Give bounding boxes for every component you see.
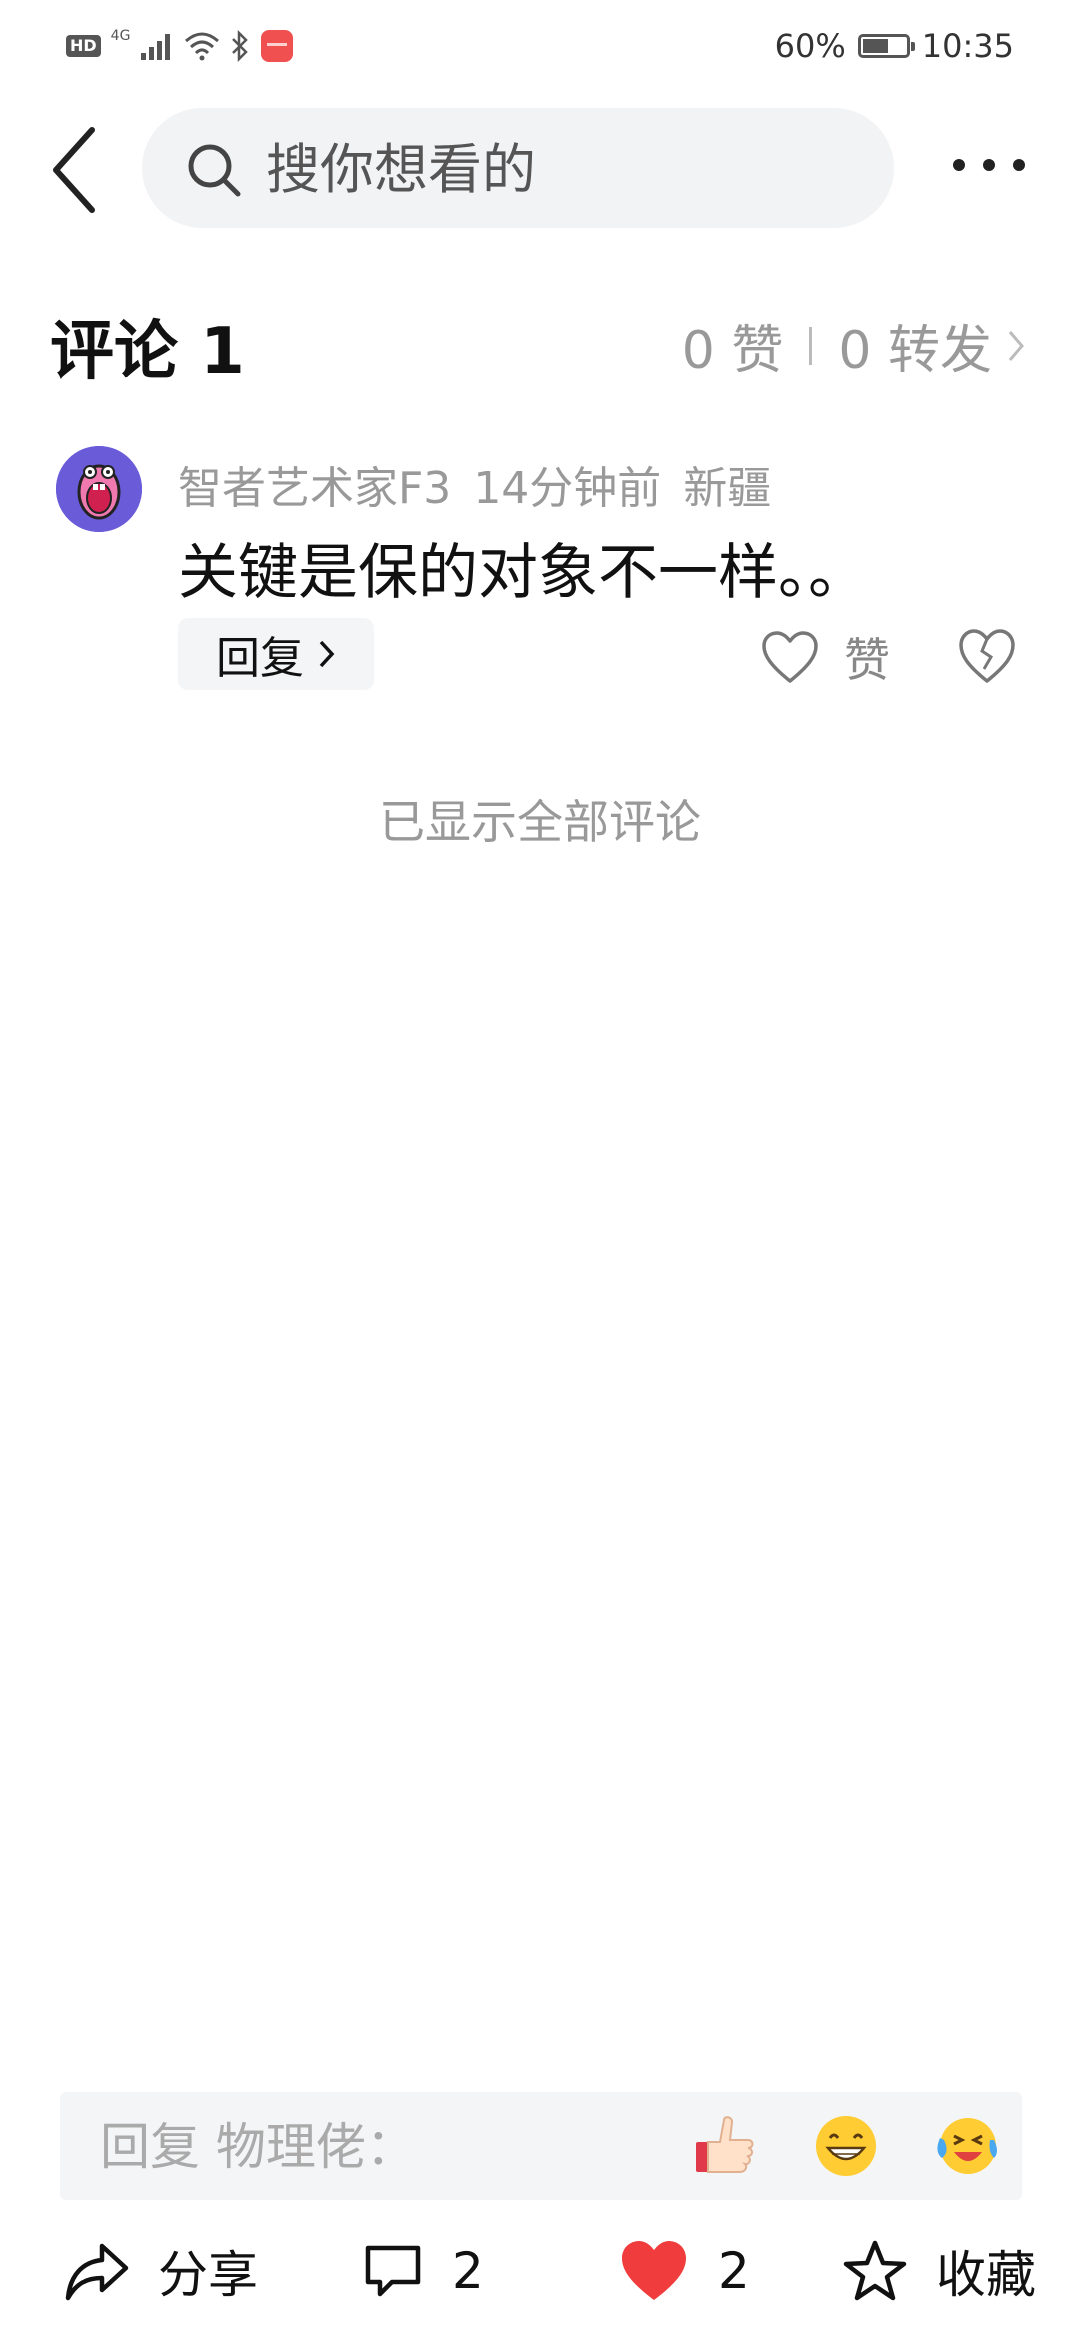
comment-count: 2: [452, 2242, 484, 2300]
chevron-right-icon: [1008, 330, 1024, 361]
status-right: 60% 10:35: [775, 26, 1014, 66]
avatar[interactable]: [56, 446, 142, 532]
likes-count[interactable]: 0 赞: [682, 308, 784, 383]
app-notification-icon: [261, 30, 294, 62]
all-comments-shown-label: 已显示全部评论: [379, 795, 701, 849]
chevron-right-icon: [319, 640, 335, 668]
emoji-grin-button[interactable]: [812, 2112, 880, 2180]
comment-author[interactable]: 智者艺术家F3: [178, 463, 451, 514]
comments-title: 评论 1: [50, 315, 245, 389]
comment-like-button[interactable]: 赞: [760, 622, 890, 692]
share-label: 分享: [158, 2246, 258, 2304]
comment-location: 新疆: [683, 463, 772, 514]
status-left: HD 4G: [66, 26, 294, 66]
emoji-thumbs-up-button[interactable]: [690, 2112, 758, 2180]
clock: 10:35: [921, 27, 1014, 65]
share-button[interactable]: 分享: [64, 2236, 258, 2306]
back-arrow-icon: [53, 127, 95, 213]
search-bar[interactable]: [142, 108, 894, 228]
thumbs-up-emoji-icon: [696, 2116, 754, 2173]
more-dots-icon: [953, 159, 1025, 171]
comment-dislike-button[interactable]: [955, 625, 1019, 687]
back-button[interactable]: [44, 120, 114, 220]
emoji-laugh-cry-button[interactable]: [932, 2112, 1000, 2180]
share-icon: [65, 2243, 129, 2301]
network-type: 4G: [110, 28, 131, 44]
comment-text: 关键是保的对象不一样。。: [178, 538, 868, 608]
comment-like-label: 赞: [844, 633, 890, 687]
like-count: 2: [718, 2242, 750, 2300]
battery-level: [862, 39, 888, 53]
laughing-tears-emoji-icon: [937, 2118, 997, 2174]
wifi-icon: [185, 32, 220, 61]
search-icon: [188, 144, 241, 197]
avatar-face-icon: [56, 446, 142, 532]
battery-percent: 60%: [774, 27, 846, 65]
reply-label: 回复: [216, 633, 304, 684]
heart-filled-icon: [622, 2241, 686, 2300]
status-bar: HD 4G 60% 10:35: [0, 0, 1080, 90]
signal-icon: [141, 34, 171, 60]
post-stats[interactable]: 0 赞 0 转发: [682, 308, 1026, 383]
favorite-button[interactable]: 收藏: [842, 2236, 1036, 2306]
comment-time: 14分钟前: [473, 463, 662, 514]
comment-button[interactable]: 2: [362, 2236, 484, 2306]
like-button[interactable]: 2: [618, 2236, 750, 2306]
more-options-button[interactable]: [944, 140, 1034, 190]
hd-badge: HD: [66, 35, 101, 57]
comment-bubble-icon: [365, 2245, 421, 2297]
reply-bar[interactable]: [60, 2092, 1022, 2200]
reply-button[interactable]: 回复: [178, 618, 374, 690]
bluetooth-icon: [232, 30, 249, 62]
comment-meta: 智者艺术家F3 14分钟前 新疆: [178, 452, 793, 516]
battery-icon: [857, 34, 915, 58]
reposts-count[interactable]: 0 转发: [838, 308, 992, 383]
reply-input[interactable]: [98, 2114, 662, 2180]
heart-outline-icon: [762, 631, 818, 683]
stats-divider: [809, 326, 813, 365]
broken-heart-icon: [959, 629, 1015, 683]
star-outline-icon: [843, 2240, 907, 2301]
favorite-label: 收藏: [936, 2246, 1036, 2304]
grinning-face-emoji-icon: [816, 2116, 876, 2176]
search-input[interactable]: [264, 134, 848, 204]
